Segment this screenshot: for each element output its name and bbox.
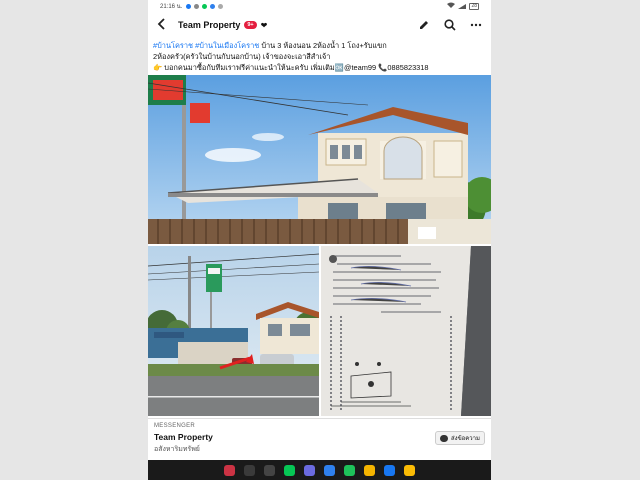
camera-icon[interactable] bbox=[264, 464, 275, 476]
more-options-icon[interactable] bbox=[469, 18, 483, 32]
caption-line-2: 2ห้องครัว(ครัวในบ้านกับนอกบ้าน) เจ้าของจ… bbox=[153, 52, 331, 61]
messenger-notification-icon bbox=[210, 3, 216, 9]
line-notification-icon bbox=[202, 3, 208, 9]
battery-icon: 28 bbox=[469, 2, 479, 10]
land-deed-photo[interactable] bbox=[321, 246, 491, 416]
photos-icon[interactable] bbox=[404, 464, 415, 476]
signal-icon bbox=[458, 3, 467, 9]
facebook-messenger-icon[interactable] bbox=[344, 464, 355, 476]
chrome-icon[interactable] bbox=[364, 464, 375, 476]
street-photo[interactable] bbox=[148, 246, 322, 416]
messenger-bar: MESSENGER Team Property อสังหาริมทรัพย์ … bbox=[148, 418, 491, 460]
edit-pencil-icon[interactable] bbox=[417, 18, 431, 32]
search-icon[interactable] bbox=[443, 18, 457, 32]
post-caption: #บ้านโคราช #บ้านในเมืองโคราช บ้าน 3 ห้อง… bbox=[153, 40, 487, 73]
status-right: 28 bbox=[447, 2, 479, 10]
page-header: Team Property 9+ ❤ bbox=[148, 12, 491, 38]
hashtags[interactable]: #บ้านโคราช #บ้านในเมืองโคราช bbox=[153, 41, 259, 50]
more-notifications-icon bbox=[218, 3, 224, 9]
line-icon[interactable] bbox=[284, 464, 295, 476]
facebook-notification-icon bbox=[186, 3, 192, 9]
caption-line-3: 👉 บอกคนมาซื้อกับทีมเราฟรีค่าแนะนำให้นะคร… bbox=[153, 63, 429, 72]
page-category: อสังหาริมทรัพย์ bbox=[154, 446, 200, 453]
notification-icon bbox=[194, 3, 200, 9]
status-time: 21:16 น. bbox=[160, 4, 183, 10]
app-dock bbox=[148, 460, 491, 480]
play-store-icon[interactable] bbox=[324, 464, 335, 476]
facebook-icon[interactable] bbox=[384, 464, 395, 476]
caption-line-1-text: บ้าน 3 ห้องนอน 2ห้องน้ำ 1 โถง+รับแขก bbox=[259, 41, 387, 50]
send-message-label: ส่งข้อความ bbox=[450, 436, 480, 442]
phone-screen: 21:16 น. 28 Team Property 9+ ❤ #บ้านโครา… bbox=[148, 0, 491, 480]
heart-icon: ❤ bbox=[260, 20, 268, 30]
messages-icon[interactable] bbox=[244, 464, 255, 476]
header-actions bbox=[417, 18, 483, 32]
caption-line-1: #บ้านโคราช #บ้านในเมืองโคราช บ้าน 3 ห้อง… bbox=[153, 40, 487, 51]
status-bar: 21:16 น. 28 bbox=[148, 0, 491, 12]
messenger-label: MESSENGER bbox=[154, 423, 196, 429]
back-arrow-icon[interactable] bbox=[156, 17, 170, 33]
page-title[interactable]: Team Property bbox=[178, 20, 240, 30]
send-message-button[interactable]: ส่งข้อความ bbox=[434, 431, 485, 445]
page-name[interactable]: Team Property bbox=[154, 432, 213, 442]
notification-icons bbox=[186, 3, 224, 9]
apps-grid-icon[interactable] bbox=[224, 464, 235, 476]
messenger-icon bbox=[439, 434, 448, 442]
settings-icon[interactable] bbox=[304, 464, 315, 476]
notification-badge: 9+ bbox=[244, 21, 257, 29]
house-photo[interactable] bbox=[148, 75, 491, 244]
wifi-icon bbox=[447, 2, 456, 10]
